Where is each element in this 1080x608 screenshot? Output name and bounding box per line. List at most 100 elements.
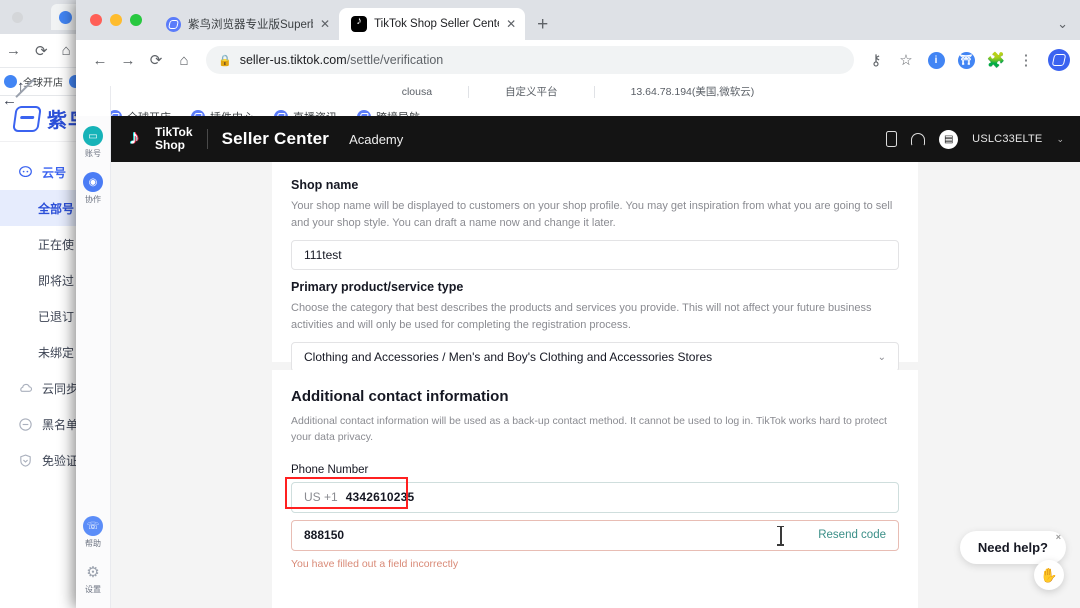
chat-icon: [18, 165, 33, 180]
browser-tab-superbrowser[interactable]: 紫鸟浏览器专业版Superbrower- ✕: [154, 8, 339, 40]
arrow-up-icon[interactable]: ↑: [17, 78, 25, 95]
bg-nav-label: 正在使: [38, 236, 74, 253]
bg-nav-label: 免验证: [42, 452, 78, 469]
address-bar[interactable]: 🔒 seller-us.tiktok.com/settle/verificati…: [206, 46, 854, 74]
mini-sidebar-item-settings[interactable]: ⚙ 设置: [83, 562, 103, 595]
superbrowser-icon: [166, 17, 181, 32]
chrome-browser-window: 紫鸟浏览器专业版Superbrower- ✕ TikTok Shop Selle…: [76, 0, 1080, 608]
superbrowser-icon: [59, 11, 72, 24]
mini-sidebar-top-spacer: [76, 86, 111, 116]
chevron-down-icon: ⌄: [878, 352, 886, 363]
lock-icon: 🔒: [218, 54, 232, 67]
header-divider: [207, 129, 208, 149]
mobile-phone-icon[interactable]: [886, 131, 897, 147]
phone-number-value: 4342610235: [346, 490, 415, 504]
three-dot-menu-icon[interactable]: ⋮: [1012, 46, 1040, 74]
mini-icon-sidebar: ▭ 账号 ◉ 协作 ☏ 帮助 ⚙ 设置: [76, 116, 111, 608]
reload-icon[interactable]: ⟳: [35, 42, 48, 60]
home-icon[interactable]: ⌂: [170, 46, 198, 74]
shop-icon[interactable]: ▤: [939, 130, 958, 149]
verification-code-input[interactable]: 888150 Resend code: [291, 520, 899, 551]
info-extension-icon[interactable]: i: [922, 46, 950, 74]
maximize-window-button[interactable]: [130, 14, 142, 26]
bg-nav-label: 云同步: [42, 380, 78, 397]
need-help-label: Need help?: [978, 540, 1048, 555]
shop-info-card: Shop name Your shop name will be display…: [272, 162, 918, 362]
product-type-value: Clothing and Accessories / Men's and Boy…: [304, 350, 712, 364]
seller-center-title: Seller Center: [222, 129, 329, 149]
product-type-description: Choose the category that best describes …: [291, 300, 899, 333]
mini-sidebar-label: 设置: [85, 584, 101, 595]
account-username[interactable]: USLC33ELTE: [972, 133, 1042, 145]
browser-tabstrip: 紫鸟浏览器专业版Superbrower- ✕ TikTok Shop Selle…: [76, 0, 1080, 40]
browser-toolbar: ← → ⟳ ⌂ 🔒 seller-us.tiktok.com/settle/ve…: [76, 40, 1080, 80]
chevron-down-icon[interactable]: ⌄: [1056, 134, 1064, 145]
phone-number-label: Phone Number: [291, 464, 899, 476]
collaborate-icon: ◉: [83, 172, 103, 192]
info-strip-account: clousa: [366, 86, 469, 98]
bg-nav-label: 即将过: [38, 272, 74, 289]
proxy-info-strip: clousa 自定义平台 13.64.78.194(美国,微软云): [76, 80, 1080, 104]
help-fab-button[interactable]: ✋: [1034, 560, 1064, 590]
password-key-icon[interactable]: ⚷: [862, 46, 890, 74]
shield-icon: [18, 453, 33, 468]
arrow-right-icon[interactable]: →: [6, 42, 21, 59]
shop-name-label: Shop name: [291, 178, 899, 192]
arrow-right-icon[interactable]: →: [114, 46, 142, 74]
info-strip-platform: 自定义平台: [469, 86, 595, 98]
browser-tab-tiktok-seller-center[interactable]: TikTok Shop Seller Center | Uni ✕: [339, 8, 525, 40]
toolbar-right-icons: ⚷ ☆ i ⛩ 🧩 ⋮: [862, 46, 1070, 74]
tiktok-shop-logo[interactable]: ♪♪♪ TikTok Shop: [126, 126, 193, 151]
form-error-message: You have filled out a field incorrectly: [291, 558, 899, 570]
browser-tab-title: 紫鸟浏览器专业版Superbrower-: [188, 16, 313, 32]
headset-icon: ☏: [83, 516, 103, 536]
bg-nav-label: 黑名单: [42, 416, 78, 433]
tiktok-wordmark: TikTok Shop: [155, 126, 193, 151]
additional-contact-description: Additional contact information will be u…: [291, 413, 899, 446]
background-window-dot: [12, 12, 23, 23]
close-tab-icon[interactable]: ✕: [506, 18, 516, 30]
url-domain: seller-us.tiktok.com: [240, 53, 347, 67]
minimize-window-button[interactable]: [110, 14, 122, 26]
tiktok-seller-header: ♪♪♪ TikTok Shop Seller Center Academy ▤ …: [110, 116, 1080, 162]
shop-name-input[interactable]: 111test: [291, 240, 899, 270]
shop-name-description: Your shop name will be displayed to cust…: [291, 198, 899, 231]
close-window-button[interactable]: [90, 14, 102, 26]
bg-nav-label: 全部号: [38, 200, 74, 217]
header-right-actions: ▤ USLC33ELTE ⌄: [886, 130, 1064, 149]
chevron-down-icon[interactable]: ⌄: [1057, 16, 1080, 40]
screenshot-root: 首 → ⟳ ⌂ 全球开店 紫鸟 云号 全部号: [0, 0, 1080, 608]
reload-icon[interactable]: ⟳: [142, 46, 170, 74]
browser-tab-title: TikTok Shop Seller Center | Uni: [374, 18, 499, 30]
home-icon[interactable]: ⌂: [62, 42, 71, 59]
info-strip-ip: 13.64.78.194(美国,微软云): [595, 86, 791, 98]
additional-contact-card: Additional contact information Additiona…: [272, 370, 918, 608]
close-tab-icon[interactable]: ✕: [320, 18, 330, 30]
phone-country-code[interactable]: US +1: [304, 490, 338, 504]
profile-avatar[interactable]: [1048, 49, 1070, 71]
phone-number-input[interactable]: US +1 4342610235: [291, 482, 899, 513]
text-cursor-icon: [777, 526, 784, 546]
arrow-left-icon[interactable]: ←: [2, 92, 17, 109]
page-viewport: ♪♪♪ TikTok Shop Seller Center Academy ▤ …: [110, 116, 1080, 608]
mini-sidebar-item-help[interactable]: ☏ 帮助: [83, 516, 103, 549]
headset-icon[interactable]: [911, 133, 925, 146]
gear-icon: ⚙: [83, 562, 103, 582]
gift-extension-icon[interactable]: ⛩: [952, 46, 980, 74]
bg-nav-label: 已退订: [38, 308, 74, 325]
puzzle-extensions-icon[interactable]: 🧩: [982, 46, 1010, 74]
resend-code-link[interactable]: Resend code: [818, 529, 886, 541]
close-icon[interactable]: ×: [1056, 532, 1061, 542]
new-tab-button[interactable]: +: [537, 15, 548, 34]
arrow-left-icon[interactable]: ←: [86, 46, 114, 74]
additional-contact-title: Additional contact information: [291, 388, 899, 405]
mini-sidebar-item-account[interactable]: ▭ 账号: [83, 126, 103, 159]
bookmark-star-icon[interactable]: ☆: [892, 46, 920, 74]
url-path: /settle/verification: [347, 53, 444, 67]
verification-code-value: 888150: [304, 528, 344, 542]
mini-sidebar-item-collaborate[interactable]: ◉ 协作: [83, 172, 103, 205]
academy-link[interactable]: Academy: [349, 132, 403, 147]
need-help-widget: Need help? × ✋: [960, 531, 1066, 564]
tiktok-wordmark-line2: Shop: [155, 139, 193, 152]
window-traffic-lights: [86, 0, 154, 40]
